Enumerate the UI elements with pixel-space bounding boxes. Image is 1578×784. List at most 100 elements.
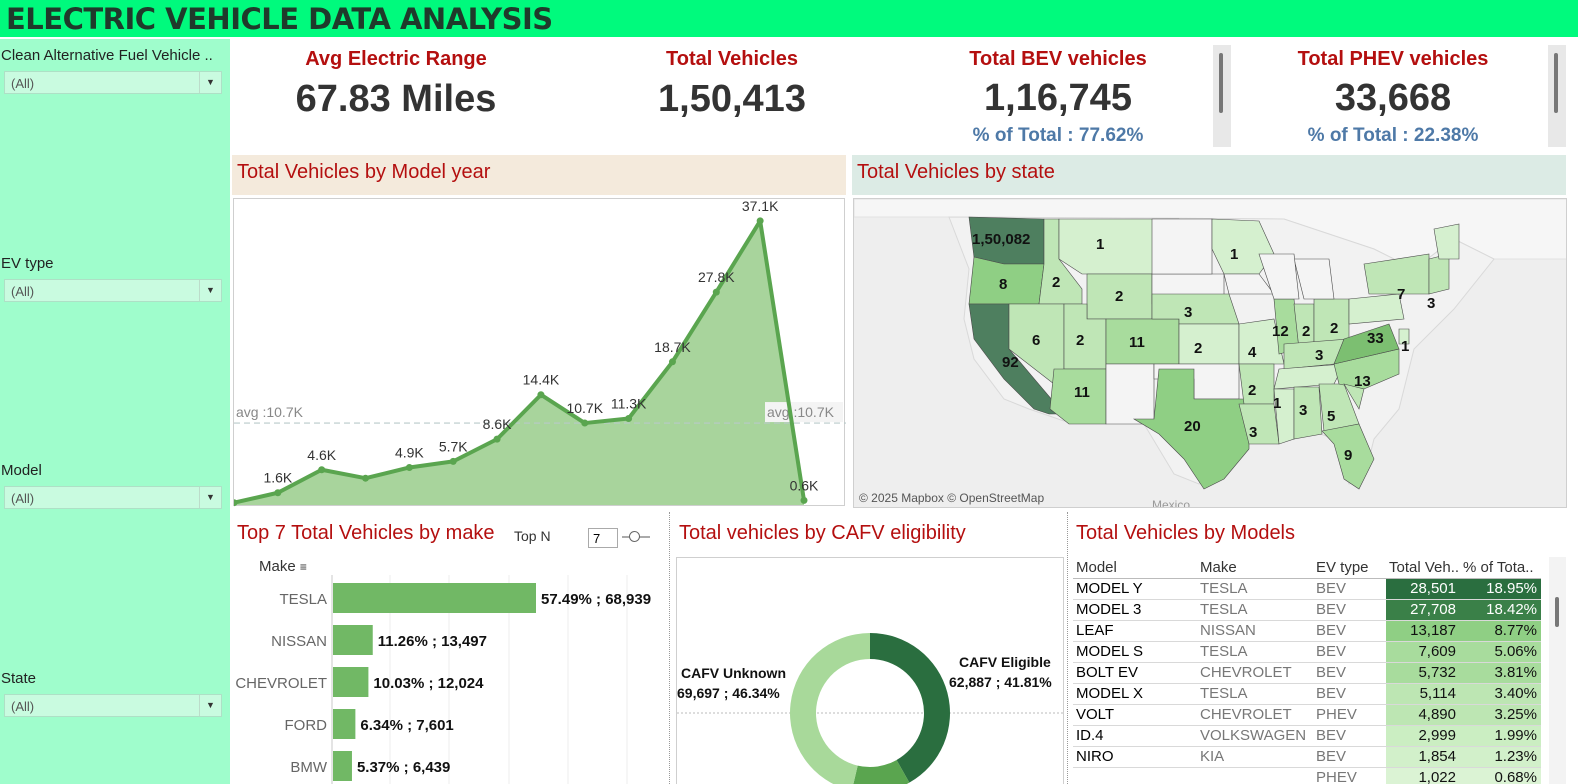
table-header[interactable]: Model xyxy=(1073,557,1197,579)
map-label-MO: 4 xyxy=(1248,344,1257,361)
make-bar-label: 6.34% ; 7,601 xyxy=(360,717,453,734)
map-label-MN: 1 xyxy=(1230,246,1238,263)
table-row[interactable]: VOLT CHEVROLET PHEV 4,890 3.25% xyxy=(1073,704,1541,726)
make-bar[interactable] xyxy=(333,583,536,613)
kpi-phev-scrollbar[interactable] xyxy=(1548,45,1566,147)
cafv-slice[interactable] xyxy=(870,633,950,783)
table-cell: 18.95% xyxy=(1460,578,1541,600)
state-KS[interactable] xyxy=(1178,323,1240,365)
year-point[interactable] xyxy=(537,391,545,399)
panel-divider-2 xyxy=(1067,512,1068,784)
table-cell: CHEVROLET xyxy=(1197,704,1313,726)
filter-select-cafv[interactable]: (All) ▼ xyxy=(4,71,222,94)
chevron-down-icon[interactable]: ▼ xyxy=(199,487,221,508)
state-AR[interactable] xyxy=(1238,363,1275,405)
table-cell: TESLA xyxy=(1197,599,1313,621)
table-cell: MODEL 3 xyxy=(1073,599,1197,621)
make-bar[interactable] xyxy=(333,667,369,697)
year-point-label: 8.6K xyxy=(483,416,512,432)
year-point[interactable] xyxy=(362,474,370,482)
state-MA[interactable] xyxy=(1428,253,1450,295)
table-row[interactable]: MODEL Y TESLA BEV 28,501 18.95% xyxy=(1073,578,1541,600)
table-header[interactable]: Make xyxy=(1197,557,1313,579)
cafv-slice[interactable] xyxy=(790,633,870,784)
year-point[interactable] xyxy=(625,414,633,422)
dashboard-title: ELECTRIC VEHICLE DATA ANALYSIS xyxy=(6,2,553,36)
make-chart-title: Top 7 Total Vehicles by make xyxy=(237,522,495,544)
table-row[interactable]: BOLT EV CHEVROLET BEV 5,732 3.81% xyxy=(1073,662,1541,684)
table-cell: 1,854 xyxy=(1386,746,1460,768)
year-point[interactable] xyxy=(756,217,764,225)
table-cell: 8.77% xyxy=(1460,620,1541,642)
make-bar[interactable] xyxy=(333,709,356,739)
year-point-label: 11.3K xyxy=(611,395,647,411)
filter-select-model[interactable]: (All) ▼ xyxy=(4,486,222,509)
make-axis-label: Make xyxy=(259,558,296,575)
filter-label-cafv: Clean Alternative Fuel Vehicle .. xyxy=(1,47,213,64)
map-label-NY: 7 xyxy=(1397,286,1405,303)
table-cell xyxy=(1197,767,1313,784)
state-ND[interactable] xyxy=(1151,218,1213,275)
table-cell: VOLKSWAGEN xyxy=(1197,725,1313,747)
models-table-container: Model Make EV type Total Veh..% of Tota.. M… xyxy=(1073,557,1546,784)
us-state-map[interactable]: 1,50,082 8 92 2 1 2 6 2 11 11 3 2 20 1 4… xyxy=(854,199,1567,508)
topn-slider-handle[interactable] xyxy=(629,531,640,542)
table-cell: 27,708 xyxy=(1386,599,1460,621)
year-point[interactable] xyxy=(493,435,501,443)
chevron-down-icon[interactable]: ▼ xyxy=(199,280,221,301)
model-year-chart: avg :10.7K avg :10.7K 1.6K 4.6K 4.9K 5.7K 8.… xyxy=(230,198,846,507)
year-point[interactable] xyxy=(712,288,720,296)
state-map[interactable]: 1,50,082 8 92 2 1 2 6 2 11 11 3 2 20 1 4… xyxy=(853,198,1567,508)
chevron-down-icon[interactable]: ▼ xyxy=(199,72,221,93)
map-label-WA: 1,50,082 xyxy=(972,231,1030,248)
table-cell: 5.06% xyxy=(1460,641,1541,663)
filter-select-state[interactable]: (All) ▼ xyxy=(4,694,222,717)
year-point[interactable] xyxy=(800,496,808,504)
make-bar[interactable] xyxy=(333,751,352,781)
state-PA[interactable] xyxy=(1348,293,1405,325)
table-header[interactable]: % of Tota.. xyxy=(1460,557,1541,579)
filter-label-model: Model xyxy=(1,462,42,479)
table-cell: 3.81% xyxy=(1460,662,1541,684)
table-cell: MODEL Y xyxy=(1073,578,1197,600)
year-point[interactable] xyxy=(668,358,676,366)
table-row[interactable]: MODEL X TESLA BEV 5,114 3.40% xyxy=(1073,683,1541,705)
kpi-bev-scrollbar[interactable] xyxy=(1213,45,1231,147)
year-point[interactable] xyxy=(274,489,282,497)
table-row[interactable]: PHEV 1,022 0.68% xyxy=(1073,767,1541,784)
year-point[interactable] xyxy=(449,457,457,465)
make-category-label: CHEVROLET xyxy=(235,675,327,692)
map-country-label: Mexico xyxy=(1152,498,1190,508)
topn-input[interactable]: 7 xyxy=(588,528,618,548)
table-header[interactable]: EV type xyxy=(1313,557,1386,579)
year-point[interactable] xyxy=(405,463,413,471)
filter-value-state: (All) xyxy=(11,699,35,714)
table-cell: BEV xyxy=(1313,662,1386,684)
models-table-scrollbar[interactable] xyxy=(1549,557,1566,784)
table-row[interactable]: LEAF NISSAN BEV 13,187 8.77% xyxy=(1073,620,1541,642)
chevron-down-icon[interactable]: ▼ xyxy=(199,695,221,716)
cafv-title: Total vehicles by CAFV eligibility xyxy=(679,522,966,544)
cafv-chart: CAFV Unknown 69,697 ; 46.34% CAFV Eligib… xyxy=(676,557,1065,784)
table-row[interactable]: MODEL 3 TESLA BEV 27,708 18.42% xyxy=(1073,599,1541,621)
make-axis-header[interactable]: Make ≡ xyxy=(259,558,307,575)
table-cell: 7,609 xyxy=(1386,641,1460,663)
sort-icon[interactable]: ≡ xyxy=(300,560,307,574)
table-row[interactable]: ID.4 VOLKSWAGEN BEV 2,999 1.99% xyxy=(1073,725,1541,747)
table-header[interactable]: Total Veh.. xyxy=(1386,557,1460,579)
table-row[interactable]: MODEL S TESLA BEV 7,609 5.06% xyxy=(1073,641,1541,663)
year-point[interactable] xyxy=(581,419,589,427)
topn-label: Top N xyxy=(514,528,551,544)
filter-value-model: (All) xyxy=(11,491,35,506)
year-point-label: 10.7K xyxy=(566,400,603,416)
filter-select-ev-type[interactable]: (All) ▼ xyxy=(4,279,222,302)
map-label-CA: 92 xyxy=(1002,354,1019,371)
make-bar[interactable] xyxy=(333,625,373,655)
state-NM[interactable] xyxy=(1105,363,1155,425)
table-cell: 2,999 xyxy=(1386,725,1460,747)
table-row[interactable]: NIRO KIA BEV 1,854 1.23% xyxy=(1073,746,1541,768)
kpi-bev-title: Total BEV vehicles xyxy=(969,48,1147,70)
year-point[interactable] xyxy=(318,466,326,474)
filter-label-state: State xyxy=(1,670,37,687)
table-cell: LEAF xyxy=(1073,620,1197,642)
